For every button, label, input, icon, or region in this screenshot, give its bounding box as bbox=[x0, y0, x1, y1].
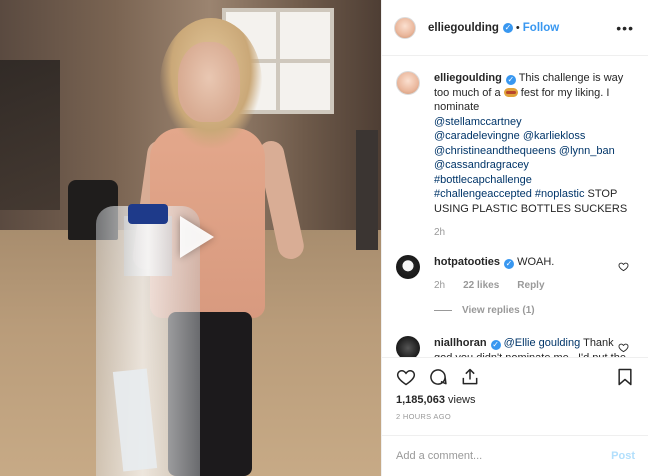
comment-like-heart-icon[interactable] bbox=[618, 342, 629, 353]
caption-username[interactable]: elliegoulding bbox=[434, 72, 502, 84]
avatar[interactable] bbox=[394, 16, 416, 39]
bottle-neck bbox=[124, 216, 172, 276]
verified-badge-icon: ✓ bbox=[504, 258, 514, 269]
view-replies-label: View replies (1) bbox=[462, 304, 535, 316]
avatar[interactable] bbox=[396, 254, 420, 279]
bookmark-icon[interactable] bbox=[615, 367, 635, 387]
view-count[interactable]: 1,185,063 views bbox=[382, 394, 648, 406]
comment-time[interactable]: 2h bbox=[434, 279, 445, 294]
play-triangle-icon[interactable] bbox=[166, 210, 220, 264]
mention-link[interactable]: @Ellie goulding bbox=[504, 337, 581, 349]
verified-badge-icon: ✓ bbox=[490, 340, 501, 350]
header-username[interactable]: elliegoulding bbox=[428, 22, 499, 34]
view-replies-button[interactable]: View replies (1) bbox=[434, 304, 635, 319]
hashtag-link[interactable]: #bottlecapchallenge bbox=[434, 174, 532, 186]
mention-link[interactable]: @lynn_ban bbox=[559, 145, 615, 157]
caption-meta: 2h bbox=[434, 226, 635, 241]
hashtag-link[interactable]: #challengeaccepted bbox=[434, 188, 532, 200]
comment-meta: 2h 22 likes Reply bbox=[434, 279, 635, 294]
add-comment-bar: Post bbox=[382, 435, 648, 476]
comments-list[interactable]: elliegoulding ✓ This challenge is way too… bbox=[382, 57, 648, 357]
mention-link[interactable]: @cassandragracey bbox=[434, 159, 529, 171]
comment-username[interactable]: niallhoran bbox=[434, 337, 487, 349]
post-timestamp: 2 HOURS AGO bbox=[396, 412, 451, 421]
person-face bbox=[178, 42, 240, 122]
post-actions-section: 1,185,063 views 2 HOURS AGO Post bbox=[382, 357, 648, 476]
verified-badge-icon: ✓ bbox=[502, 22, 513, 33]
comment-item: niallhoran✓ @Ellie goulding Thank god yo… bbox=[396, 336, 635, 357]
post-sidebar: elliegoulding ✓ • Follow ••• elliegouldi… bbox=[381, 0, 648, 476]
reply-button[interactable]: Reply bbox=[517, 279, 544, 294]
mention-link[interactable]: @stellamccartney bbox=[434, 116, 522, 128]
views-label: views bbox=[448, 394, 476, 406]
avatar[interactable] bbox=[396, 336, 420, 357]
comment-like-heart-icon[interactable] bbox=[618, 261, 629, 272]
divider bbox=[434, 310, 452, 312]
comment-item: hotpatooties ✓ WOAH. 2h 22 likes Reply Vi… bbox=[396, 254, 635, 319]
comment-input[interactable] bbox=[396, 450, 612, 462]
hashtag-link[interactable]: #noplastic bbox=[535, 188, 585, 200]
post-viewer: elliegoulding ✓ • Follow ••• elliegouldi… bbox=[0, 0, 648, 476]
caption-time[interactable]: 2h bbox=[434, 226, 445, 241]
follow-button[interactable]: Follow bbox=[523, 22, 559, 34]
action-bar bbox=[382, 358, 648, 396]
comment-bubble-icon[interactable] bbox=[428, 367, 448, 387]
post-header: elliegoulding ✓ • Follow ••• bbox=[382, 0, 648, 56]
comment-text: WOAH. bbox=[517, 255, 555, 268]
mirror bbox=[356, 130, 378, 250]
comment-body: niallhoran✓ @Ellie goulding Thank god yo… bbox=[434, 336, 635, 357]
verified-badge-icon: ✓ bbox=[505, 75, 516, 85]
comment-body: hotpatooties ✓ WOAH. 2h 22 likes Reply Vi… bbox=[434, 255, 635, 319]
views-number: 1,185,063 bbox=[396, 394, 445, 406]
post-button[interactable]: Post bbox=[611, 450, 635, 462]
mention-link[interactable]: @christineandthequeens bbox=[434, 145, 556, 157]
clothing-rack bbox=[0, 60, 60, 210]
hot-dog-icon bbox=[503, 87, 518, 97]
bottle-cap bbox=[128, 204, 168, 224]
share-arrow-icon[interactable] bbox=[460, 367, 480, 387]
mention-link[interactable]: @caradelevingne bbox=[434, 130, 520, 142]
avatar[interactable] bbox=[396, 71, 420, 95]
caption-body: elliegoulding ✓ This challenge is way too… bbox=[434, 71, 635, 241]
heart-icon[interactable] bbox=[396, 367, 416, 387]
caption: elliegoulding ✓ This challenge is way too… bbox=[396, 71, 635, 241]
mention-link[interactable]: @karliekloss bbox=[523, 130, 586, 142]
separator-dot: • bbox=[515, 21, 520, 34]
comment-username[interactable]: hotpatooties bbox=[434, 256, 500, 268]
comment-likes[interactable]: 22 likes bbox=[463, 279, 499, 294]
video-player[interactable] bbox=[0, 0, 381, 476]
more-options-icon[interactable]: ••• bbox=[616, 20, 634, 36]
